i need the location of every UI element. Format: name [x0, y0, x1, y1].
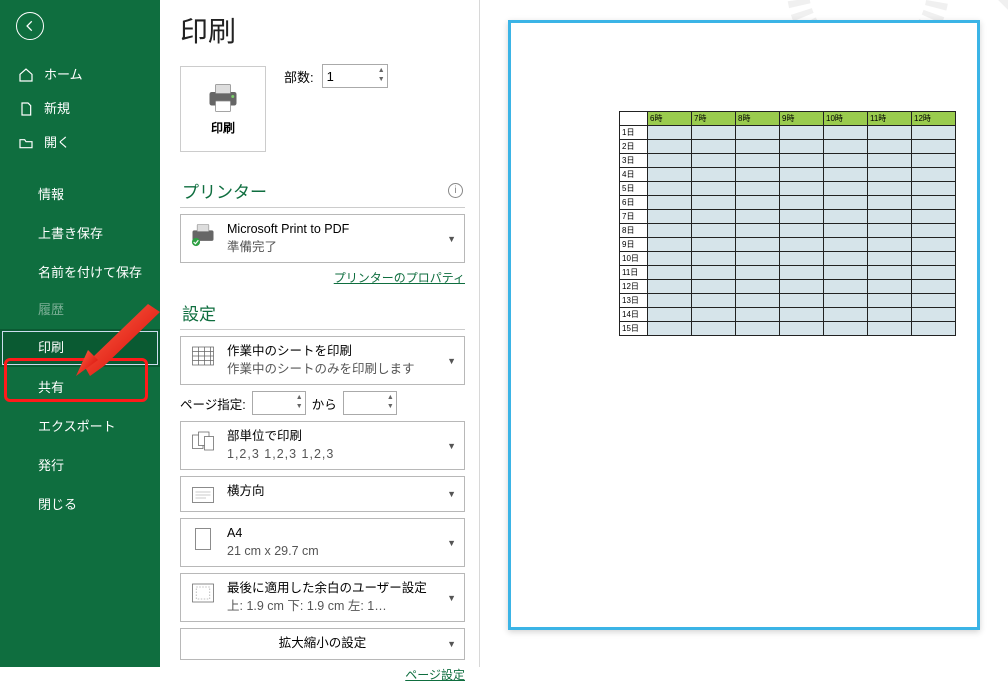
collate-icon: [191, 430, 215, 452]
margins-dropdown[interactable]: 最後に適用した余白のユーザー設定 上: 1.9 cm 下: 1.9 cm 左: …: [180, 573, 465, 622]
sidebar-item-open[interactable]: 開く: [0, 126, 160, 160]
landscape-icon: [191, 485, 215, 505]
pages-label: ページ指定:: [180, 394, 246, 413]
sidebar-item-home[interactable]: ホーム: [0, 58, 160, 92]
sidebar-item-new[interactable]: 新規: [0, 92, 160, 126]
spin-up-icon[interactable]: ▲: [378, 66, 385, 75]
pages-to-label: から: [312, 394, 337, 413]
printer-icon: [205, 83, 241, 113]
sidebar-item-print[interactable]: 印刷: [0, 329, 160, 367]
scaling-dropdown[interactable]: 拡大縮小の設定 ▼: [180, 628, 465, 660]
sidebar-item-save[interactable]: 上書き保存: [0, 213, 160, 252]
paper-dropdown[interactable]: A4 21 cm x 29.7 cm ▼: [180, 518, 465, 567]
sidebar-item-info[interactable]: 情報: [0, 174, 160, 213]
print-options-panel: 印刷 印刷 部数: 1 ▲▼ プリンター i: [160, 0, 480, 667]
chevron-down-icon: ▼: [447, 234, 456, 244]
printer-status: 準備完了: [227, 239, 456, 257]
print-button-label: 印刷: [211, 119, 235, 136]
preview-page: 6時7時8時9時10時11時12時 1日2日3日4日5日6日7日8日9日10日1…: [508, 20, 980, 630]
print-what-dropdown[interactable]: 作業中のシートを印刷 作業中のシートのみを印刷します ▼: [180, 336, 465, 385]
open-icon: [18, 135, 34, 151]
paper-icon: [194, 527, 212, 551]
backstage-sidebar: ホーム 新規 開く 情報 上書き保存 名前を付けて保存 履歴 印刷 共有 エクス…: [0, 0, 160, 667]
sidebar-item-close[interactable]: 閉じる: [0, 484, 160, 523]
preview-table: 6時7時8時9時10時11時12時 1日2日3日4日5日6日7日8日9日10日1…: [619, 111, 956, 336]
copies-label: 部数:: [284, 67, 314, 86]
sidebar-item-history: 履歴: [0, 291, 160, 329]
settings-section-header: 設定: [180, 296, 465, 330]
info-icon[interactable]: i: [448, 183, 463, 198]
page-setup-link[interactable]: ページ設定: [405, 668, 465, 682]
pages-from-input[interactable]: ▲▼: [252, 391, 306, 415]
printer-name: Microsoft Print to PDF: [227, 221, 456, 239]
new-icon: [18, 101, 34, 117]
printer-dropdown[interactable]: Microsoft Print to PDF 準備完了 ▼: [180, 214, 465, 263]
spin-down-icon[interactable]: ▼: [378, 75, 385, 84]
sidebar-item-label: 新規: [44, 100, 70, 118]
margins-icon: [191, 582, 215, 604]
collate-dropdown[interactable]: 部単位で印刷 1,2,3 1,2,3 1,2,3 ▼: [180, 421, 465, 470]
printer-ready-icon: [189, 223, 217, 247]
home-icon: [18, 67, 34, 83]
print-button[interactable]: 印刷: [180, 66, 266, 152]
sidebar-item-label: ホーム: [44, 66, 83, 84]
orientation-dropdown[interactable]: 横方向 ▼: [180, 476, 465, 512]
printer-properties-link[interactable]: プリンターのプロパティ: [334, 271, 465, 285]
sidebar-item-saveas[interactable]: 名前を付けて保存: [0, 252, 160, 291]
sidebar-item-export[interactable]: エクスポート: [0, 406, 160, 445]
sidebar-item-share[interactable]: 共有: [0, 367, 160, 406]
pages-to-input[interactable]: ▲▼: [343, 391, 397, 415]
back-button[interactable]: [16, 12, 44, 40]
print-preview-panel: 6時7時8時9時10時11時12時 1日2日3日4日5日6日7日8日9日10日1…: [480, 0, 1008, 667]
printer-section-header: プリンター i: [180, 174, 465, 208]
page-title: 印刷: [180, 10, 465, 50]
sidebar-item-label: 開く: [44, 134, 70, 152]
copies-input[interactable]: 1 ▲▼: [322, 64, 388, 88]
sheet-icon: [191, 345, 215, 367]
sidebar-item-publish[interactable]: 発行: [0, 445, 160, 484]
